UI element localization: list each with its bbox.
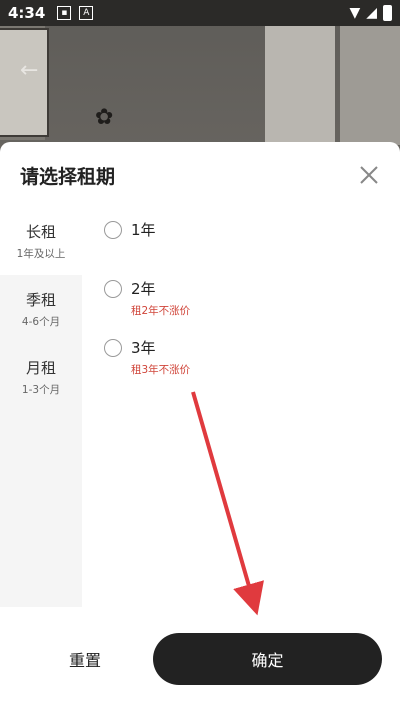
- term-category-list: 长租 1年及以上 季租 4-6个月 月租 1-3个月: [0, 207, 82, 607]
- category-label: 月租: [25, 359, 56, 377]
- radio-button[interactable]: [104, 339, 122, 357]
- radio-button[interactable]: [104, 280, 122, 298]
- wifi-icon: ▼: [349, 5, 361, 21]
- a-notification-icon: A: [79, 6, 94, 20]
- option-label: 2年: [131, 280, 156, 298]
- signal-icon: ◢: [366, 5, 377, 21]
- reset-button[interactable]: 重置: [30, 633, 140, 685]
- option-3-years[interactable]: 3年 租3年不涨价: [104, 338, 384, 397]
- category-monthly[interactable]: 月租 1-3个月: [0, 343, 82, 411]
- status-bar: 4:34 ▪ A ▼ ◢: [0, 0, 400, 26]
- battery-icon: [383, 5, 392, 21]
- option-note: 租3年不涨价: [131, 364, 191, 376]
- category-sub: 1-3个月: [21, 384, 61, 396]
- close-icon[interactable]: [356, 162, 382, 188]
- option-note: 租2年不涨价: [131, 305, 191, 317]
- category-quarterly[interactable]: 季租 4-6个月: [0, 275, 82, 343]
- image-notification-icon: ▪: [57, 6, 72, 20]
- sheet-title: 请选择租期: [20, 166, 116, 188]
- confirm-button[interactable]: 确定: [153, 633, 382, 685]
- category-long-term[interactable]: 长租 1年及以上: [0, 207, 82, 275]
- radio-button[interactable]: [104, 221, 122, 239]
- option-2-years[interactable]: 2年 租2年不涨价: [104, 279, 384, 338]
- photo-panel: [265, 20, 335, 145]
- status-time: 4:34: [8, 4, 46, 22]
- category-label: 季租: [25, 291, 56, 309]
- option-1-year[interactable]: 1年: [104, 220, 384, 279]
- back-arrow-icon[interactable]: ←: [20, 58, 38, 83]
- term-option-list: 1年 2年 租2年不涨价 3年 租3年不涨价: [104, 220, 384, 397]
- option-label: 3年: [131, 339, 156, 357]
- option-label: 1年: [131, 221, 156, 239]
- category-label: 长租: [25, 223, 56, 241]
- category-sub: 1年及以上: [16, 248, 66, 260]
- photo-panel-2: [340, 20, 400, 145]
- lease-term-sheet: 请选择租期 长租 1年及以上 季租 4-6个月 月租 1-3个月 1年 2年 租…: [0, 142, 400, 711]
- category-sub: 4-6个月: [21, 316, 61, 328]
- photo-plant: ✿: [95, 105, 114, 130]
